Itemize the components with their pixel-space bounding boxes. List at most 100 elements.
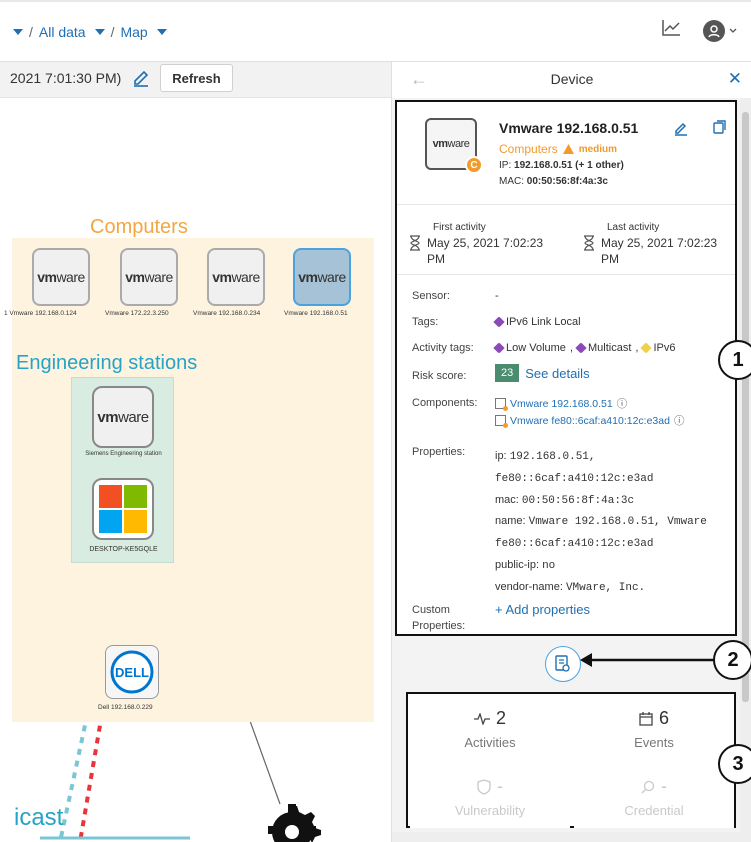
component-link[interactable]: Vmware fe80::6caf:a410:12c:e3ad ⓘ (495, 413, 684, 428)
chart-icon[interactable] (661, 19, 681, 42)
hourglass-icon (410, 235, 420, 251)
device-ip: IP: 192.168.0.51 (+ 1 other) (499, 160, 624, 171)
breadcrumb: / All data / Map (10, 24, 167, 40)
vmware-node[interactable]: vmware (92, 386, 154, 448)
report-button[interactable] (545, 646, 581, 682)
tags-label: Tags: (412, 316, 439, 328)
properties-list: ip: 192.168.0.51, fe80::6caf:a410:12c:e3… (495, 446, 707, 599)
property-row: name: Vmware 192.168.0.51, Vmware (495, 515, 707, 529)
node-label: DESKTOP-KE5GQLE (89, 546, 158, 553)
vmware-node[interactable]: vmware (207, 248, 265, 306)
vertical-scrollbar[interactable] (740, 98, 751, 842)
gear-icon[interactable] (262, 802, 322, 842)
activities-stat[interactable]: 2 Activities (410, 696, 570, 760)
avatar[interactable] (703, 19, 725, 42)
credential-stat[interactable]: - Credential (574, 764, 734, 828)
add-properties-button[interactable]: + Add properties (495, 602, 590, 617)
property-row: mac: 00:50:56:8f:4a:3c (495, 493, 635, 507)
see-details-link[interactable]: See details (525, 366, 589, 381)
close-icon[interactable]: ✕ (728, 69, 742, 89)
callout-marker-2: 2 (713, 640, 751, 680)
node-label: 1 Vmware 192.168.0.124 (4, 310, 77, 317)
components-label: Components: (412, 397, 478, 409)
windows-logo-icon (99, 485, 147, 533)
group-title: icast (14, 804, 64, 831)
sensor-value: - (495, 290, 499, 302)
vmware-logo: vmware (125, 269, 173, 285)
callout-marker-3: 3 (718, 744, 751, 784)
chevron-down-icon[interactable] (94, 29, 105, 35)
vmware-logo: vmware (37, 269, 85, 285)
tag-icon (575, 342, 587, 354)
first-activity: First activity May 25, 2021 7:02:23 PM (409, 222, 555, 267)
component-icon (495, 398, 508, 411)
device-name: Vmware 192.168.0.51 (499, 120, 639, 136)
windows-node[interactable] (92, 478, 154, 540)
callout-marker-1: 1 (718, 340, 751, 380)
risk-score: 23 See details (495, 364, 590, 382)
category-badge: C (465, 156, 483, 174)
node-label: Siemens Engineering station (85, 451, 162, 457)
panel-header: ← Device ✕ (392, 62, 751, 98)
calendar-icon (639, 711, 653, 726)
scrollbar-thumb[interactable] (742, 112, 749, 702)
property-row: ip: 192.168.0.51, (495, 450, 596, 463)
engineering-group: vmware Siemens Engineering station DESKT… (71, 377, 174, 563)
device-mac: MAC: 00:50:56:8f:4a:3c (499, 176, 608, 187)
chevron-down-icon[interactable] (156, 29, 167, 35)
node-label: Vmware 192.168.0.234 (193, 310, 261, 317)
top-bar: / All data / Map (0, 0, 751, 62)
vmware-node[interactable]: vmware (32, 248, 90, 306)
map-panel[interactable]: 2021 7:01:30 PM) Refresh Computers vmwar… (0, 62, 391, 842)
property-row: fe80::6caf:a410:12c:e3ad (495, 472, 654, 485)
copy-icon[interactable] (713, 120, 727, 139)
property-row: vendor-name: VMware, Inc. (495, 580, 646, 594)
chevron-down-icon[interactable] (13, 29, 23, 35)
property-row: fe80::6caf:a410:12c:e3ad (495, 538, 654, 551)
activity-icon (473, 712, 490, 725)
vmware-node[interactable]: vmware (120, 248, 178, 306)
shield-icon (477, 778, 491, 795)
user-menu[interactable] (703, 19, 737, 42)
chevron-down-icon (729, 28, 737, 33)
info-icon: ⓘ (616, 398, 628, 410)
dell-logo-icon: DELL (110, 650, 154, 694)
vmware-logo: vmware (212, 269, 260, 285)
pencil-icon[interactable] (673, 120, 689, 141)
risk-score-label: Risk score: (412, 370, 467, 382)
tag-icon (640, 342, 653, 354)
device-card: vmware C Vmware 192.168.0.51 Computers m… (395, 100, 737, 636)
info-icon: ⓘ (673, 415, 685, 427)
stats-grid: 2 Activities 6 Events - Vulnerability - … (406, 692, 736, 828)
panel-title: Device (550, 71, 594, 87)
vmware-logo: vmware (298, 269, 346, 285)
dell-logo-text: DELL (115, 665, 149, 680)
properties-label: Properties: (412, 446, 466, 458)
tag-chip: Multicast (575, 342, 631, 354)
property-row: public-ip: no (495, 558, 556, 572)
breadcrumb-map[interactable]: Map (120, 24, 147, 40)
risk-score-value: 23 (495, 364, 520, 382)
events-stat[interactable]: 6 Events (574, 696, 734, 760)
hourglass-icon (584, 235, 594, 251)
dell-node[interactable]: DELL (105, 645, 159, 699)
tag-icon (493, 342, 505, 354)
component-link[interactable]: Vmware 192.168.0.51 ⓘ (495, 396, 684, 411)
risk-level: medium (578, 143, 618, 155)
node-label: Dell 192.168.0.229 (98, 704, 153, 711)
vmware-node-selected[interactable]: vmware (293, 248, 351, 306)
sensor-label: Sensor: (412, 290, 450, 302)
engineering-group-title: Engineering stations (16, 352, 198, 374)
custom-properties-label: Custom Properties: (412, 604, 466, 632)
report-icon (555, 655, 570, 672)
component-icon (495, 415, 508, 428)
activity-tags-label: Activity tags: (412, 342, 474, 354)
vmware-logo: vmware (97, 408, 149, 426)
horizontal-scrollbar[interactable] (392, 832, 741, 842)
breadcrumb-all-data[interactable]: All data (39, 24, 86, 40)
last-activity: Last activity May 25, 2021 7:02:23 PM (583, 222, 729, 267)
tag-chip: Low Volume (493, 342, 566, 354)
vulnerability-stat[interactable]: - Vulnerability (410, 764, 570, 828)
activity-tags: Low Volume , Multicast , IPv6 (493, 342, 675, 354)
vmware-logo: vmware (432, 138, 470, 150)
